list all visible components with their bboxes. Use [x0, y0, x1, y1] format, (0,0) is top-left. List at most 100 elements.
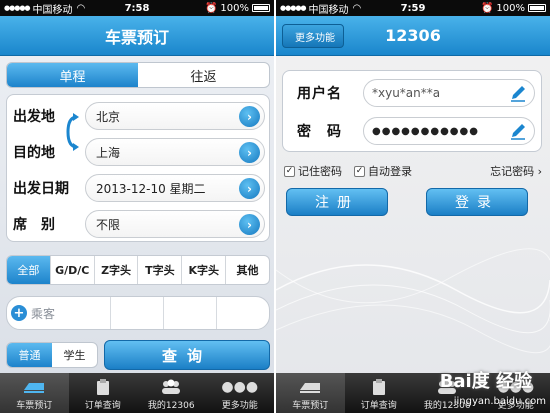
booking-form: 出发地 北京 › 目的地 上海 › 出发日期 2013-12-10 星期二 › …: [6, 94, 270, 242]
to-value: 上海: [96, 145, 121, 160]
login-options: ✓ 记住密码 ✓ 自动登录 忘记密码 ›: [284, 162, 542, 180]
screenshot-pair: ●●●●● 中国移动 ◠ 7:58 ⏰ 100% 车票预订 单程 往返 出发地 …: [0, 0, 550, 413]
edit-pencil-icon[interactable]: [508, 121, 528, 141]
carrier-label: 中国移动: [32, 4, 73, 16]
username-input[interactable]: *xyu*an**a: [363, 79, 535, 107]
password-input[interactable]: ●●●●●●●●●●●: [363, 117, 535, 145]
battery-percent: 100%: [220, 2, 249, 14]
chevron-right-icon: ›: [239, 214, 260, 235]
register-button[interactable]: 注册: [286, 188, 388, 216]
booking-screen: ●●●●● 中国移动 ◠ 7:58 ⏰ 100% 车票预订 单程 往返 出发地 …: [0, 0, 274, 413]
chevron-right-icon: ›: [239, 106, 260, 127]
username-value: *xyu*an**a: [372, 86, 441, 100]
checkmark-icon: ✓: [354, 165, 365, 177]
seat-row: 席 别 不限 ›: [7, 207, 271, 241]
tab-label: 订单查询: [360, 401, 397, 411]
login-button[interactable]: 登录: [426, 188, 528, 216]
remember-password-checkbox[interactable]: ✓ 记住密码: [284, 163, 342, 179]
password-row: 密 码 ●●●●●●●●●●●: [283, 111, 543, 151]
signal-icon: ●●●●●: [280, 4, 307, 12]
alarm-icon: ⏰: [480, 2, 494, 14]
passenger-type-normal[interactable]: 普通: [7, 343, 52, 367]
auto-login-label: 自动登录: [368, 165, 412, 178]
battery-icon: [252, 4, 270, 12]
trip-type-segment: 单程 往返: [6, 62, 270, 88]
tab-label: 车票预订: [292, 401, 329, 411]
to-label: 目的地: [13, 145, 55, 161]
to-row: 目的地 上海 ›: [7, 135, 271, 169]
train-type-t[interactable]: T字头: [138, 256, 183, 284]
tab-my-12306[interactable]: 我的12306: [137, 373, 206, 413]
login-screen: ●●●●● 中国移动 ◠ 7:59 ⏰ 100% 更多功能 12306 用户名 …: [276, 0, 550, 413]
signal-icon: ●●●●●: [4, 4, 31, 12]
from-field[interactable]: 北京 ›: [85, 102, 265, 130]
users-icon: [160, 378, 182, 396]
train-icon: [299, 378, 321, 396]
train-type-all[interactable]: 全部: [7, 256, 51, 284]
train-type-other[interactable]: 其他: [226, 256, 269, 284]
train-type-filter: 全部 G/D/C Z字头 T字头 K字头 其他: [6, 255, 270, 285]
chevron-right-icon: ›: [239, 178, 260, 199]
passenger-type-student[interactable]: 学生: [52, 343, 97, 367]
passenger-slot[interactable]: [164, 297, 217, 329]
battery-percent: 100%: [496, 2, 525, 14]
tab-bar: 车票预订 订单查询 我的12306 ●●● 更多功能: [0, 373, 274, 413]
passenger-bar: + 乘客: [6, 296, 270, 330]
to-field[interactable]: 上海 ›: [85, 138, 265, 166]
status-bar: ●●●●● 中国移动 ◠ 7:58 ⏰ 100%: [0, 0, 274, 16]
chevron-right-icon: ›: [239, 142, 260, 163]
from-value: 北京: [96, 109, 121, 124]
watermark-url: jingyan.baidu.com: [453, 396, 546, 407]
battery-icon: [528, 4, 546, 12]
train-type-k[interactable]: K字头: [182, 256, 227, 284]
wifi-icon: ◠: [352, 2, 362, 14]
tab-order-query[interactable]: 订单查询: [69, 373, 138, 413]
tab-order-query[interactable]: 订单查询: [345, 373, 414, 413]
passenger-slot[interactable]: [111, 297, 164, 329]
username-row: 用户名 *xyu*an**a: [283, 73, 543, 113]
nav-title-bar: 更多功能 12306: [276, 16, 550, 56]
add-passenger-button[interactable]: + 乘客: [7, 297, 111, 329]
tab-one-way[interactable]: 单程: [7, 63, 138, 87]
passenger-slot[interactable]: [217, 297, 269, 329]
date-label: 出发日期: [13, 181, 69, 197]
checkmark-icon: ✓: [284, 165, 295, 177]
date-value: 2013-12-10 星期二: [96, 181, 206, 196]
more-dots-icon: ●●●: [221, 379, 259, 395]
train-type-z[interactable]: Z字头: [95, 256, 139, 284]
seat-field[interactable]: 不限 ›: [85, 210, 265, 238]
tab-label: 我的12306: [147, 401, 195, 411]
date-field[interactable]: 2013-12-10 星期二 ›: [85, 174, 265, 202]
tab-round-trip[interactable]: 往返: [138, 63, 269, 87]
auto-login-checkbox[interactable]: ✓ 自动登录: [354, 163, 412, 179]
query-button[interactable]: 查询: [104, 340, 270, 370]
status-bar: ●●●●● 中国移动 ◠ 7:59 ⏰ 100%: [276, 0, 550, 16]
username-label: 用户名: [297, 86, 342, 102]
clipboard-icon: [368, 378, 390, 396]
wifi-icon: ◠: [76, 2, 86, 14]
seat-label: 席 别: [13, 217, 55, 233]
battery-group: ⏰ 100%: [481, 3, 546, 14]
tab-label: 更多功能: [221, 401, 258, 411]
tab-ticket-booking[interactable]: 车票预订: [276, 373, 345, 413]
login-form: 用户名 *xyu*an**a 密 码 ●●●●●●●●●●●: [282, 70, 542, 152]
from-row: 出发地 北京 ›: [7, 99, 271, 133]
add-passenger-label: 乘客: [31, 306, 56, 321]
from-label: 出发地: [13, 109, 55, 125]
tab-more[interactable]: ●●● 更多功能: [206, 373, 275, 413]
forgot-password-link[interactable]: 忘记密码 ›: [490, 163, 542, 179]
date-row: 出发日期 2013-12-10 星期二 ›: [7, 171, 271, 205]
nav-title: 车票预订: [0, 16, 274, 56]
back-button[interactable]: 更多功能: [282, 24, 344, 48]
train-icon: [23, 378, 45, 396]
tab-ticket-booking[interactable]: 车票预订: [0, 373, 69, 413]
carrier-label: 中国移动: [308, 4, 349, 16]
baidu-jingyan-watermark-logo: Bai度 经验: [439, 371, 532, 392]
clipboard-icon: [92, 378, 114, 396]
nav-title: 12306: [385, 26, 441, 45]
edit-pencil-icon[interactable]: [508, 83, 528, 103]
remember-password-label: 记住密码: [298, 165, 342, 178]
train-type-gdc[interactable]: G/D/C: [51, 256, 95, 284]
background-swirl: [276, 248, 550, 354]
battery-group: ⏰ 100%: [205, 3, 270, 14]
